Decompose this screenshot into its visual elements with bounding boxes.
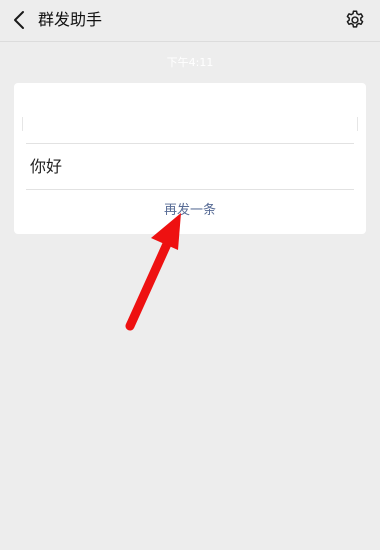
back-button[interactable]	[6, 6, 32, 34]
message-text: 你好	[30, 157, 63, 176]
divider	[26, 143, 354, 144]
settings-button[interactable]	[342, 7, 368, 33]
top-bar: 群发助手	[0, 0, 380, 42]
divider	[26, 189, 354, 190]
resend-button[interactable]: 再发一条	[14, 202, 366, 220]
page-title: 群发助手	[38, 10, 103, 29]
broadcast-card: 你好 再发一条	[14, 83, 366, 234]
recipients-area	[14, 83, 366, 143]
message-timestamp: 下午4:11	[166, 56, 214, 69]
chevron-left-icon	[14, 11, 24, 29]
gear-icon	[346, 10, 364, 28]
arrow-shaft	[125, 239, 172, 331]
